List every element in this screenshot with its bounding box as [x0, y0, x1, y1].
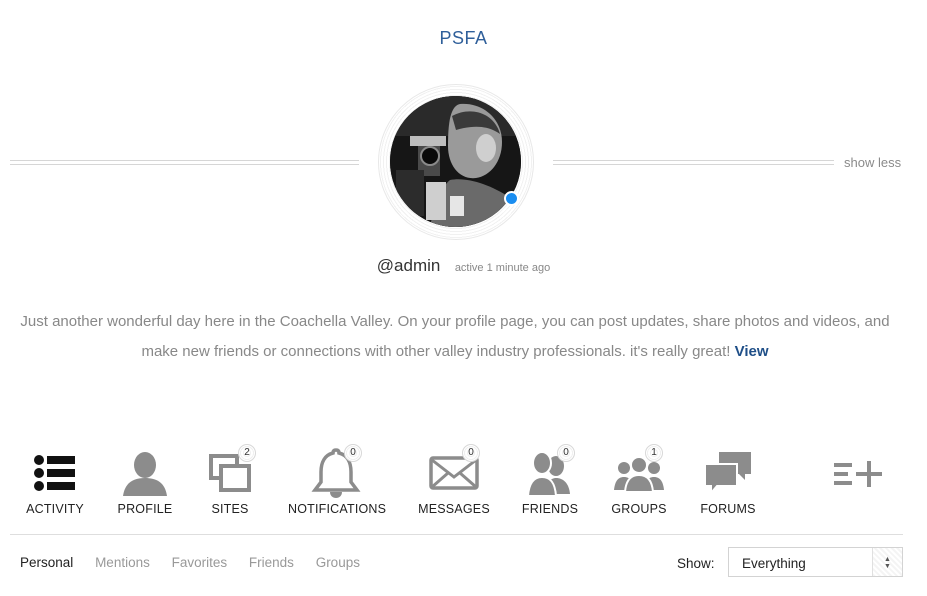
- messages-count-badge: 0: [462, 444, 480, 462]
- nav-label-activity: ACTIVITY: [26, 502, 84, 516]
- nav-label-forums: FORUMS: [700, 502, 756, 516]
- select-arrows-icon: ▲ ▼: [872, 548, 902, 576]
- online-status-dot: [504, 191, 519, 206]
- divider-left: [10, 160, 359, 165]
- chat-bubbles-icon: [704, 452, 751, 496]
- tab-personal[interactable]: Personal: [20, 555, 73, 570]
- nav-item-sites[interactable]: 2 SITES: [200, 444, 260, 524]
- friends-count-badge: 0: [557, 444, 575, 462]
- list-icon: [34, 455, 75, 491]
- tab-friends[interactable]: Friends: [249, 555, 294, 570]
- nav-label-sites: SITES: [211, 502, 249, 516]
- nav-label-notifications: NOTIFICATIONS: [288, 502, 387, 516]
- last-active: active 1 minute ago: [454, 262, 551, 274]
- divider-right: [553, 160, 834, 165]
- avatar[interactable]: [390, 96, 521, 227]
- profile-nav: ACTIVITY PROFILE 2 SITES 0 NOTIFICATIONS: [0, 444, 927, 524]
- filter-selected-value: Everything: [742, 556, 806, 571]
- nav-label-groups: GROUPS: [611, 502, 667, 516]
- nav-label-friends: FRIENDS: [521, 502, 579, 516]
- user-handle: @admin: [376, 256, 441, 275]
- activity-filter-select[interactable]: Everything ▲ ▼: [728, 547, 903, 577]
- groups-count-badge: 1: [645, 444, 663, 462]
- list-add-icon[interactable]: [830, 456, 886, 492]
- nav-label-messages: MESSAGES: [418, 502, 490, 516]
- tab-favorites[interactable]: Favorites: [172, 555, 228, 570]
- tab-groups[interactable]: Groups: [316, 555, 360, 570]
- show-less-link[interactable]: show less: [844, 155, 901, 170]
- site-title[interactable]: PSFA: [0, 28, 927, 49]
- nav-divider: [10, 534, 903, 535]
- nav-item-activity[interactable]: ACTIVITY: [22, 444, 88, 524]
- tab-mentions[interactable]: Mentions: [95, 555, 150, 570]
- bio-view-link[interactable]: View: [735, 343, 769, 360]
- nav-item-friends[interactable]: 0 FRIENDS: [518, 444, 582, 524]
- nav-item-messages[interactable]: 0 MESSAGES: [418, 444, 490, 524]
- activity-subnav: Personal Mentions Favorites Friends Grou…: [20, 555, 378, 570]
- nav-label-profile: PROFILE: [117, 502, 173, 516]
- nav-item-groups[interactable]: 1 GROUPS: [608, 444, 670, 524]
- filter-label: Show:: [677, 556, 715, 571]
- person-icon: [123, 452, 167, 496]
- profile-bio: Just another wonderful day here in the C…: [10, 307, 900, 367]
- nav-item-profile[interactable]: PROFILE: [113, 444, 177, 524]
- sites-count-badge: 2: [238, 444, 256, 462]
- profile-meta: @admin active 1 minute ago: [0, 256, 927, 276]
- nav-item-notifications[interactable]: 0 NOTIFICATIONS: [288, 444, 387, 524]
- notifications-count-badge: 0: [344, 444, 362, 462]
- nav-item-forums[interactable]: FORUMS: [696, 444, 760, 524]
